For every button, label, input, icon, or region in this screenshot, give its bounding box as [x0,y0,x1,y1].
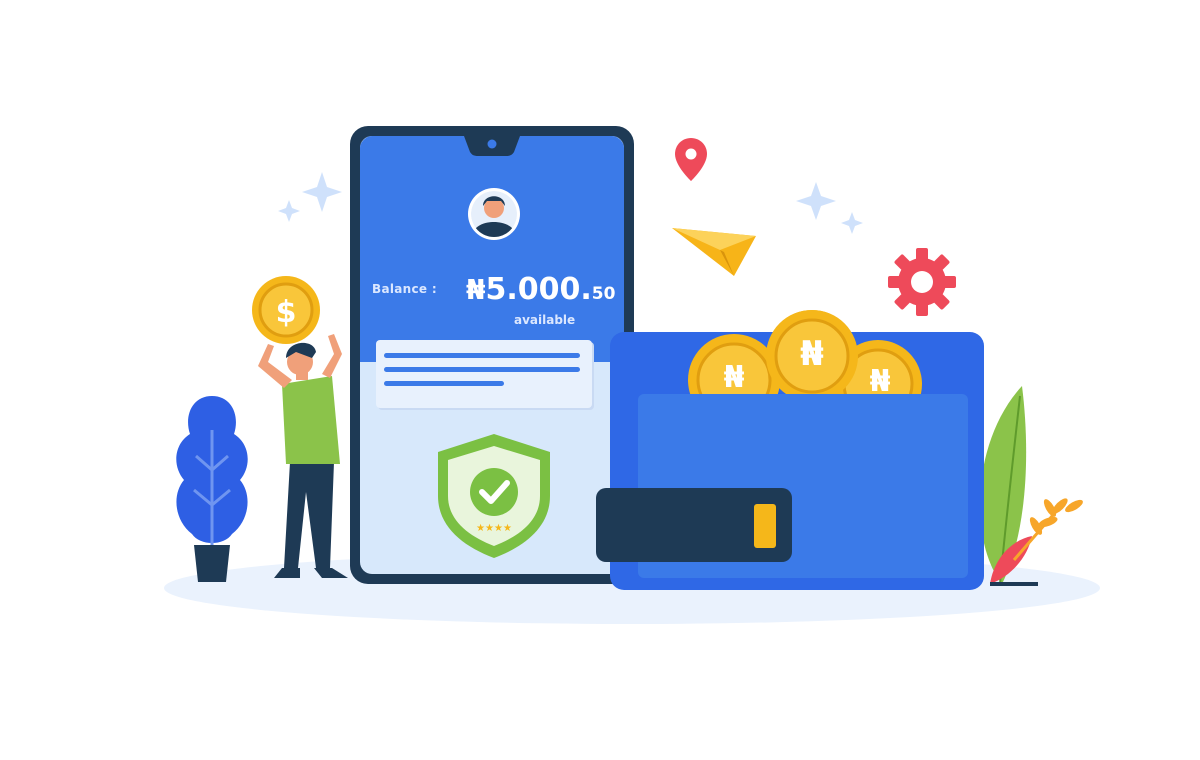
coin-symbol-center: ₦ [800,334,824,374]
balance-cents: 50 [591,284,616,304]
person-figure [258,334,348,578]
illustration-scene: $ ★★★★ Balance: ₦5.000.50 available ₦ ₦… [0,0,1200,756]
shield-rating-stars: ★★★★ [476,523,512,534]
wallet-clasp-button [754,504,776,548]
balance-label: Balance : [372,282,437,296]
balance-main: 5.000. [485,272,592,307]
plant-icon [176,396,248,582]
location-pin-icon [675,138,707,181]
coin-symbol-right: ₦ [869,364,891,399]
card-line [384,353,580,358]
card-line [384,367,580,372]
illustration-svg: $ ★★★★ [164,126,1100,624]
coin-symbol-left: ₦ [723,360,745,395]
card-line [384,381,504,386]
currency-symbol: ₦ [466,273,486,306]
ground-line [990,582,1038,586]
leaf-icon [979,386,1083,585]
available-label: available [514,313,576,327]
info-card [376,340,594,410]
paper-plane-icon [672,228,756,276]
balance-amount: ₦5.000.50 [466,272,615,307]
dollar-coin-symbol: $ [276,295,297,330]
gear-icon [888,248,956,316]
dollar-coin-icon: $ [252,276,320,344]
user-avatar-icon [468,188,520,240]
